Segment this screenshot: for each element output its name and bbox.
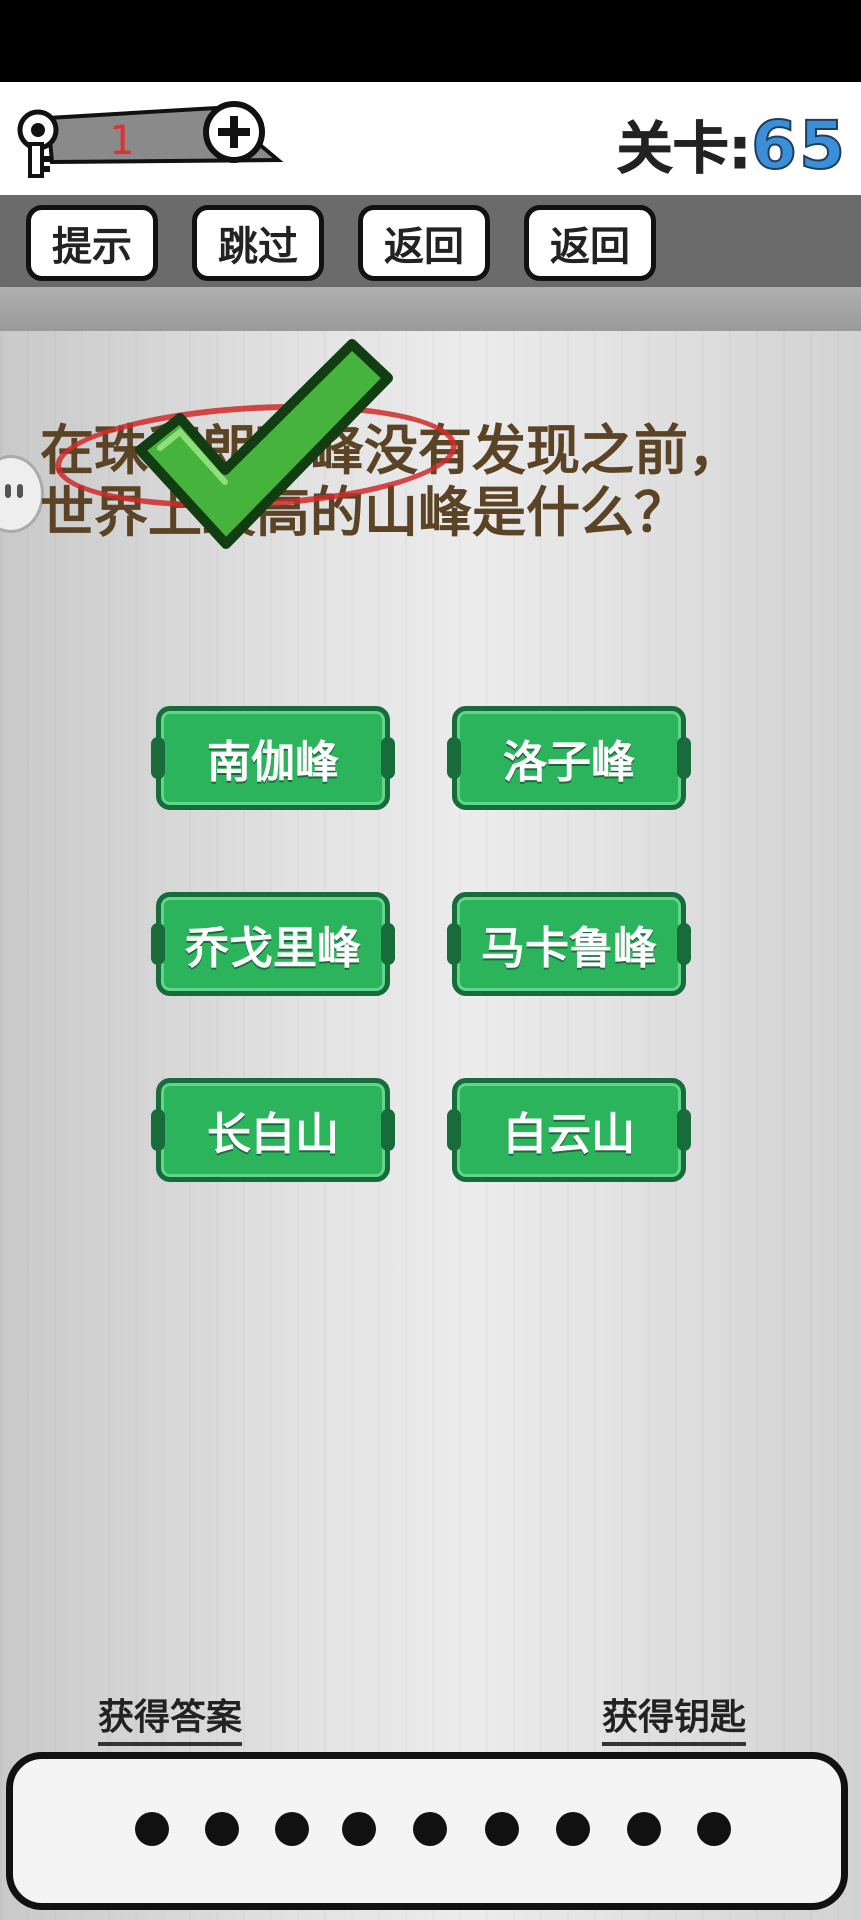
answer-slot <box>275 1812 309 1846</box>
shelf-divider <box>0 287 861 331</box>
answer-option-2[interactable]: 洛子峰 <box>447 706 691 810</box>
level-value: 65 <box>750 106 847 185</box>
answer-slot <box>342 1812 376 1846</box>
answer-option-5[interactable]: 长白山 <box>151 1078 395 1182</box>
status-bar <box>0 0 861 82</box>
back-button-secondary[interactable]: 返回 <box>524 205 656 281</box>
answer-slot <box>413 1812 447 1846</box>
check-mark-icon <box>135 339 393 549</box>
answer-option-6[interactable]: 白云山 <box>447 1078 691 1182</box>
answer-slot <box>556 1812 590 1846</box>
answer-slot <box>697 1812 731 1846</box>
level-indicator: 关卡: 65 <box>616 104 847 185</box>
side-tab-eye-left <box>5 484 11 498</box>
key-count: 1 <box>109 118 135 164</box>
key-meter[interactable] <box>16 100 286 180</box>
add-key-icon[interactable] <box>203 101 265 163</box>
answer-option-3[interactable]: 乔戈里峰 <box>151 892 395 996</box>
skip-button[interactable]: 跳过 <box>192 205 324 281</box>
answer-slot <box>485 1812 519 1846</box>
back-button[interactable]: 返回 <box>358 205 490 281</box>
side-tab-eye-right <box>17 484 23 498</box>
level-label: 关卡: <box>616 117 752 183</box>
get-key-link[interactable]: 获得钥匙 <box>602 1688 747 1746</box>
hint-button[interactable]: 提示 <box>26 205 158 281</box>
answer-option-4[interactable]: 马卡鲁峰 <box>447 892 691 996</box>
answer-option-1[interactable]: 南伽峰 <box>151 706 395 810</box>
answer-slot <box>135 1812 169 1846</box>
get-answer-link[interactable]: 获得答案 <box>98 1688 243 1746</box>
answer-slot <box>205 1812 239 1846</box>
key-icon <box>17 109 59 178</box>
answer-slot <box>627 1812 661 1846</box>
